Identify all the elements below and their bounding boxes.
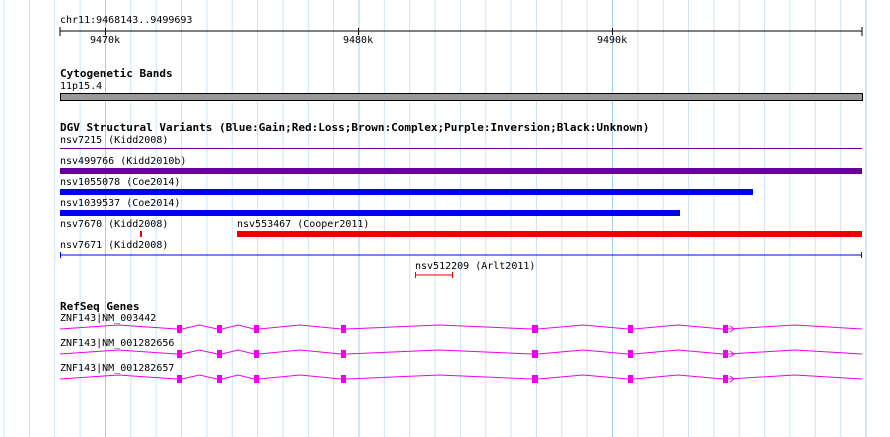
exon-block (341, 375, 346, 383)
transcript-model[interactable] (59, 374, 863, 383)
exon-block (177, 325, 182, 333)
refseq-gene-models[interactable] (0, 0, 890, 437)
exon-block (177, 375, 182, 383)
intron-line (59, 324, 178, 330)
exon-block (254, 375, 259, 383)
exon-block (723, 325, 728, 333)
intron-line (59, 374, 178, 380)
exon-block (217, 350, 222, 358)
exon-block (628, 350, 633, 358)
exon-block (341, 350, 346, 358)
intron-line (181, 349, 863, 355)
genome-browser-view: chr11:9468143..9499693 9470k 9480k 9490k… (0, 0, 890, 437)
intron-line (59, 349, 178, 355)
exon-block (217, 325, 222, 333)
transcript-model[interactable] (59, 324, 863, 333)
exon-block (254, 350, 259, 358)
exon-block (532, 375, 538, 383)
exon-block (628, 375, 633, 383)
exon-block (177, 350, 182, 358)
exon-block (723, 350, 728, 358)
exon-block (254, 325, 259, 333)
exon-block (532, 350, 538, 358)
exon-block (532, 325, 538, 333)
intron-line (181, 374, 863, 380)
transcript-model[interactable] (59, 349, 863, 358)
exon-block (341, 325, 346, 333)
intron-line (181, 324, 863, 330)
exon-block (723, 375, 728, 383)
exon-block (217, 375, 222, 383)
exon-block (628, 325, 633, 333)
